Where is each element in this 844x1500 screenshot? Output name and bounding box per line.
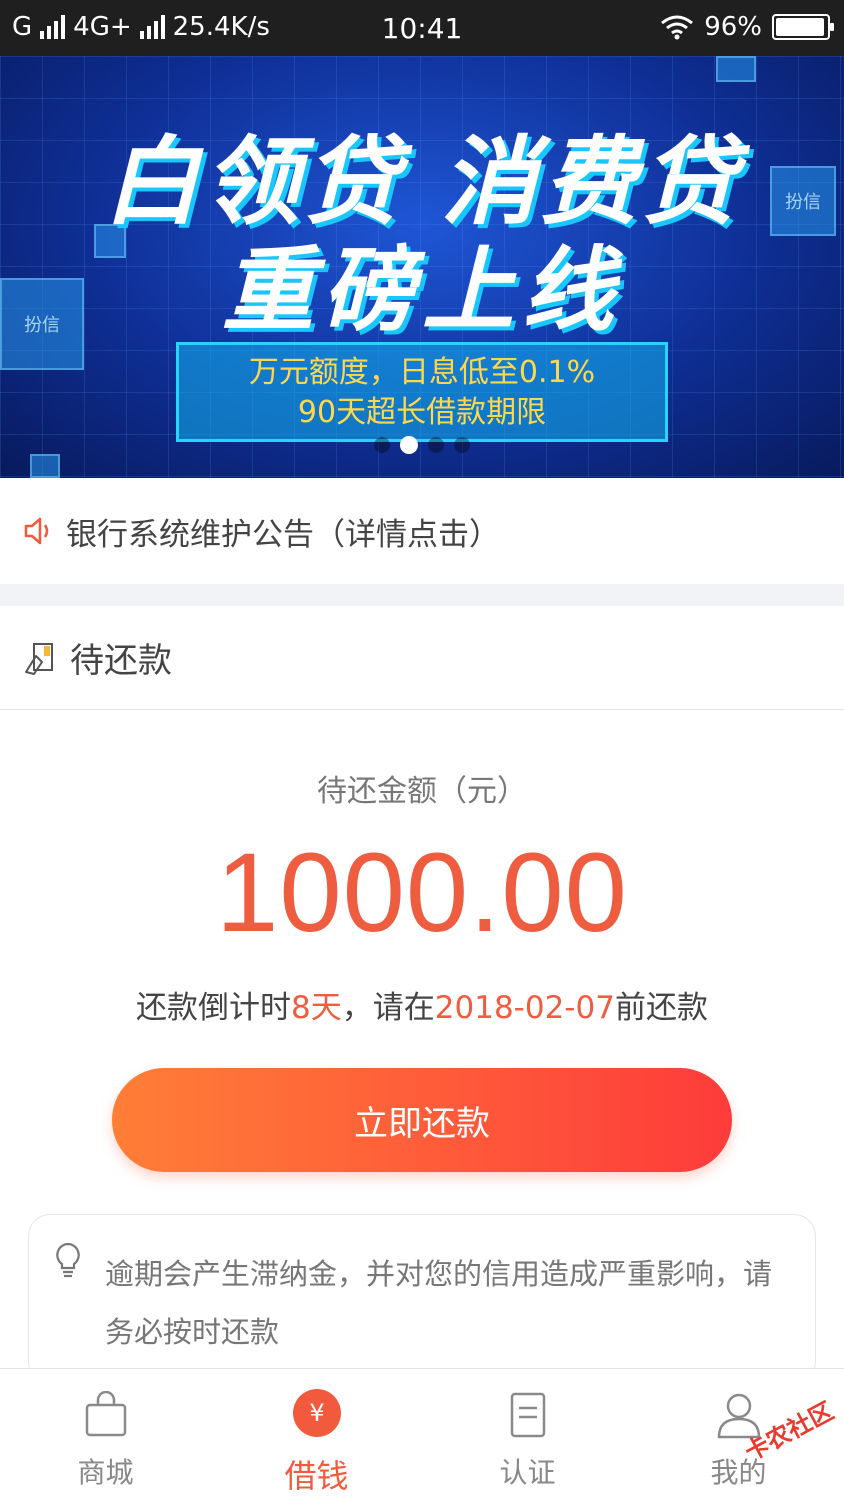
shopping-bag-icon <box>85 1391 127 1437</box>
tab-verify[interactable]: 认证 <box>422 1369 633 1500</box>
speaker-icon <box>24 517 49 545</box>
tab-label: 商城 <box>77 1456 134 1489</box>
section-header: 待还款 <box>0 606 844 710</box>
battery-percent: 96% <box>704 12 762 42</box>
bill-icon <box>25 642 53 675</box>
banner-feature-1: 万元额度，日息低至0.1% <box>248 355 596 390</box>
notice-bar[interactable]: 银行系统维护公告（详情点击） <box>0 478 844 584</box>
carousel-dot[interactable] <box>374 437 390 453</box>
amount-value: 1000.00 <box>216 830 628 955</box>
carousel-dot[interactable] <box>454 437 470 453</box>
warning-text: 逾期会产生滞纳金，并对您的信用造成严重影响，请务必按时还款 <box>105 1257 773 1349</box>
section-title: 待还款 <box>70 641 172 681</box>
yen-icon: ¥ <box>293 1389 341 1437</box>
lightbulb-icon <box>56 1242 80 1278</box>
banner-feature-box: 万元额度，日息低至0.1% 90天超长借款期限 <box>176 342 668 442</box>
countdown-mid: ，请在 <box>341 990 435 1026</box>
tab-label: 借钱 <box>284 1457 349 1495</box>
status-right: 96% <box>660 12 834 42</box>
countdown-suffix: 前还款 <box>614 990 708 1026</box>
carousel-dots[interactable] <box>0 436 844 454</box>
banner-subtitle: 重磅上线 <box>221 237 622 344</box>
banner-cube <box>30 454 60 478</box>
battery-icon <box>772 14 834 40</box>
repay-now-button[interactable]: 立即还款 <box>112 1068 732 1172</box>
notice-text: 银行系统维护公告（详情点击） <box>66 516 500 553</box>
due-date: 2018-02-07 <box>434 990 615 1026</box>
tab-mall[interactable]: 商城 <box>0 1369 211 1500</box>
promo-banner[interactable]: 扮信 扮信 白领贷 消费贷 重磅上线 万元额度，日息低至0.1% 90天超长借款… <box>0 56 844 478</box>
warning-card: 逾期会产生滞纳金，并对您的信用造成严重影响，请务必按时还款 <box>28 1214 816 1384</box>
amount-label: 待还金额（元） <box>317 774 527 809</box>
banner-cube <box>716 56 756 82</box>
countdown-prefix: 还款倒计时 <box>136 990 292 1026</box>
tab-label: 我的 <box>710 1456 767 1489</box>
tab-borrow[interactable]: ¥ 借钱 <box>211 1369 422 1500</box>
document-icon <box>510 1392 546 1438</box>
repayment-section: 待还款 待还金额（元） 1000.00 还款倒计时8天，请在2018-02-07… <box>0 606 844 1384</box>
status-bar: G 4G+ 25.4K/s 10:41 96% <box>0 0 844 56</box>
wifi-icon <box>661 15 694 40</box>
tab-label: 认证 <box>499 1456 556 1489</box>
carousel-dot[interactable] <box>400 436 418 454</box>
banner-feature-2: 90天超长借款期限 <box>297 395 547 430</box>
bottom-tab-bar: 商城 ¥ 借钱 认证 我的 <box>0 1368 844 1500</box>
countdown-days: 8天 <box>291 990 342 1026</box>
countdown-text: 还款倒计时8天，请在2018-02-07前还款 <box>0 982 844 1027</box>
carousel-dot[interactable] <box>428 437 444 453</box>
